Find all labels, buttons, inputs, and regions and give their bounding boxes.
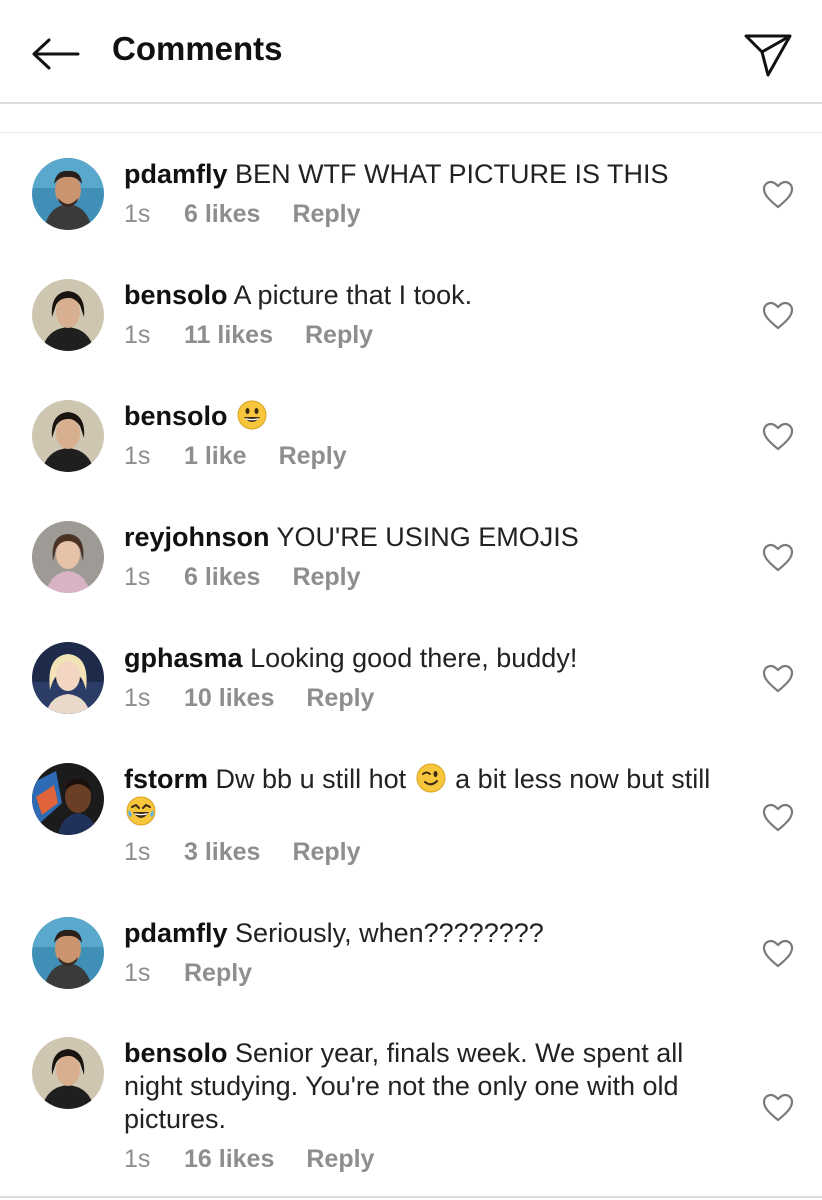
comment-meta: 1s 10 likes Reply xyxy=(124,684,724,713)
heart-outline-icon[interactable] xyxy=(762,664,794,694)
comment-meta: 1s 16 likes Reply xyxy=(124,1145,724,1174)
heart-outline-icon[interactable] xyxy=(762,543,794,573)
reply-button[interactable]: Reply xyxy=(305,321,373,350)
comment-time: 1s xyxy=(124,200,151,228)
reply-button[interactable]: Reply xyxy=(279,442,347,471)
heart-outline-icon[interactable] xyxy=(762,301,794,331)
comment-text: pdamfly Seriously, when???????? xyxy=(124,917,724,950)
comment-time: 1s xyxy=(124,321,151,349)
reply-button[interactable]: Reply xyxy=(292,563,360,592)
comment-likes[interactable]: 6 likes xyxy=(184,563,260,592)
comment-text: bensolo xyxy=(124,400,724,433)
reply-button[interactable]: Reply xyxy=(306,684,374,713)
comment-time: 1s xyxy=(124,563,151,591)
comment-text: reyjohnson YOU'RE USING EMOJIS xyxy=(124,521,724,554)
divider xyxy=(0,1196,822,1198)
comment-likes[interactable]: 10 likes xyxy=(184,684,274,713)
comment-likes[interactable]: 3 likes xyxy=(184,838,260,867)
comment-username[interactable]: gphasma xyxy=(124,643,243,673)
heart-outline-icon[interactable] xyxy=(762,803,794,833)
avatar-bensolo[interactable] xyxy=(32,1037,104,1109)
comment-message-part2: a bit less now but still xyxy=(455,764,711,794)
comment-likes[interactable]: 16 likes xyxy=(184,1145,274,1174)
comment-text: gphasma Looking good there, buddy! xyxy=(124,642,724,675)
comment-text: pdamfly BEN WTF WHAT PICTURE IS THIS xyxy=(124,158,724,191)
comment-meta: 1s 1 like Reply xyxy=(124,442,724,471)
reply-button[interactable]: Reply xyxy=(292,200,360,229)
comment-message: YOU'RE USING EMOJIS xyxy=(276,522,579,552)
comment-time: 1s xyxy=(124,959,151,987)
comment-username[interactable]: reyjohnson xyxy=(124,522,270,552)
comment-time: 1s xyxy=(124,684,151,712)
avatar-bensolo[interactable] xyxy=(32,279,104,351)
heart-outline-icon[interactable] xyxy=(762,1093,794,1123)
comment-message: Seriously, when???????? xyxy=(235,918,544,948)
comment-likes[interactable]: 11 likes xyxy=(184,321,273,350)
comment-meta: 1s 6 likes Reply xyxy=(124,563,724,592)
avatar-pdamfly[interactable] xyxy=(32,158,104,230)
reply-button[interactable]: Reply xyxy=(306,1145,374,1174)
reply-button[interactable]: Reply xyxy=(184,959,252,988)
avatar-bensolo[interactable] xyxy=(32,400,104,472)
comment-time: 1s xyxy=(124,442,151,470)
avatar-gphasma[interactable] xyxy=(32,642,104,714)
comment-username[interactable]: bensolo xyxy=(124,401,228,431)
comment-username[interactable]: bensolo xyxy=(124,280,228,310)
comment-message: Looking good there, buddy! xyxy=(250,643,578,673)
grinning-face-emoji xyxy=(237,400,267,430)
comment-username[interactable]: pdamfly xyxy=(124,918,228,948)
winking-face-emoji xyxy=(416,763,446,793)
reply-button[interactable]: Reply xyxy=(292,838,360,867)
comment-message-part1: Dw bb u still hot xyxy=(215,764,407,794)
avatar-reyjohnson[interactable] xyxy=(32,521,104,593)
comment-text: bensolo A picture that I took. xyxy=(124,279,724,312)
heart-outline-icon[interactable] xyxy=(762,422,794,452)
comment-text: fstorm Dw bb u still hot a bit less now … xyxy=(124,763,724,829)
comments-list: pdamfly BEN WTF WHAT PICTURE IS THIS 1s 6… xyxy=(0,0,822,1200)
comment-likes[interactable]: 6 likes xyxy=(184,200,260,229)
avatar-pdamfly[interactable] xyxy=(32,917,104,989)
comment-meta: 1s 11 likes Reply xyxy=(124,321,724,350)
comment-time: 1s xyxy=(124,838,151,866)
comment-text: bensolo Senior year, finals week. We spe… xyxy=(124,1037,724,1136)
comment-username[interactable]: pdamfly xyxy=(124,159,228,189)
comment-message: BEN WTF WHAT PICTURE IS THIS xyxy=(235,159,669,189)
comment-meta: 1s Reply xyxy=(124,959,724,988)
comment-time: 1s xyxy=(124,1145,151,1173)
avatar-fstorm[interactable] xyxy=(32,763,104,835)
heart-outline-icon[interactable] xyxy=(762,939,794,969)
heart-outline-icon[interactable] xyxy=(762,180,794,210)
comment-message: A picture that I took. xyxy=(233,280,473,310)
comment-username[interactable]: fstorm xyxy=(124,764,208,794)
comment-meta: 1s 6 likes Reply xyxy=(124,200,724,229)
comment-meta: 1s 3 likes Reply xyxy=(124,838,724,867)
comment-likes[interactable]: 1 like xyxy=(184,442,247,471)
comment-username[interactable]: bensolo xyxy=(124,1038,228,1068)
laughing-face-emoji xyxy=(126,796,156,826)
